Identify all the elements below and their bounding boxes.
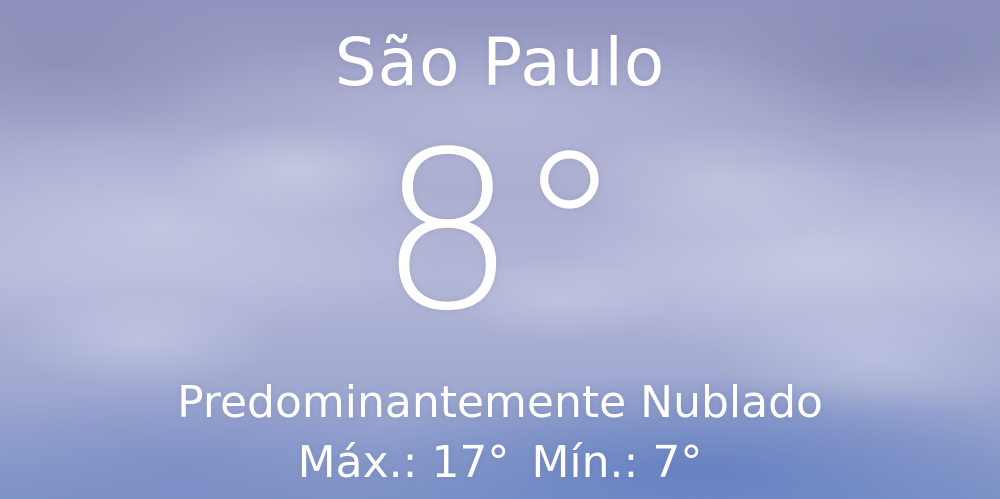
current-temperature: 8° xyxy=(0,118,1000,348)
high-low-temperatures: Máx.: 17° Mín.: 7° xyxy=(0,432,1000,494)
low-temperature: 7° xyxy=(652,437,703,488)
current-temperature-value: 8° xyxy=(378,106,624,359)
high-temperature: 17° xyxy=(431,437,510,488)
location-name: São Paulo xyxy=(334,24,666,101)
low-label: Mín.: xyxy=(531,437,639,488)
current-weather-header: São Paulo 8° Predominantemente Nublado M… xyxy=(0,0,1000,499)
weather-condition: Predominantemente Nublado xyxy=(177,377,823,428)
high-label: Máx.: xyxy=(297,437,418,488)
